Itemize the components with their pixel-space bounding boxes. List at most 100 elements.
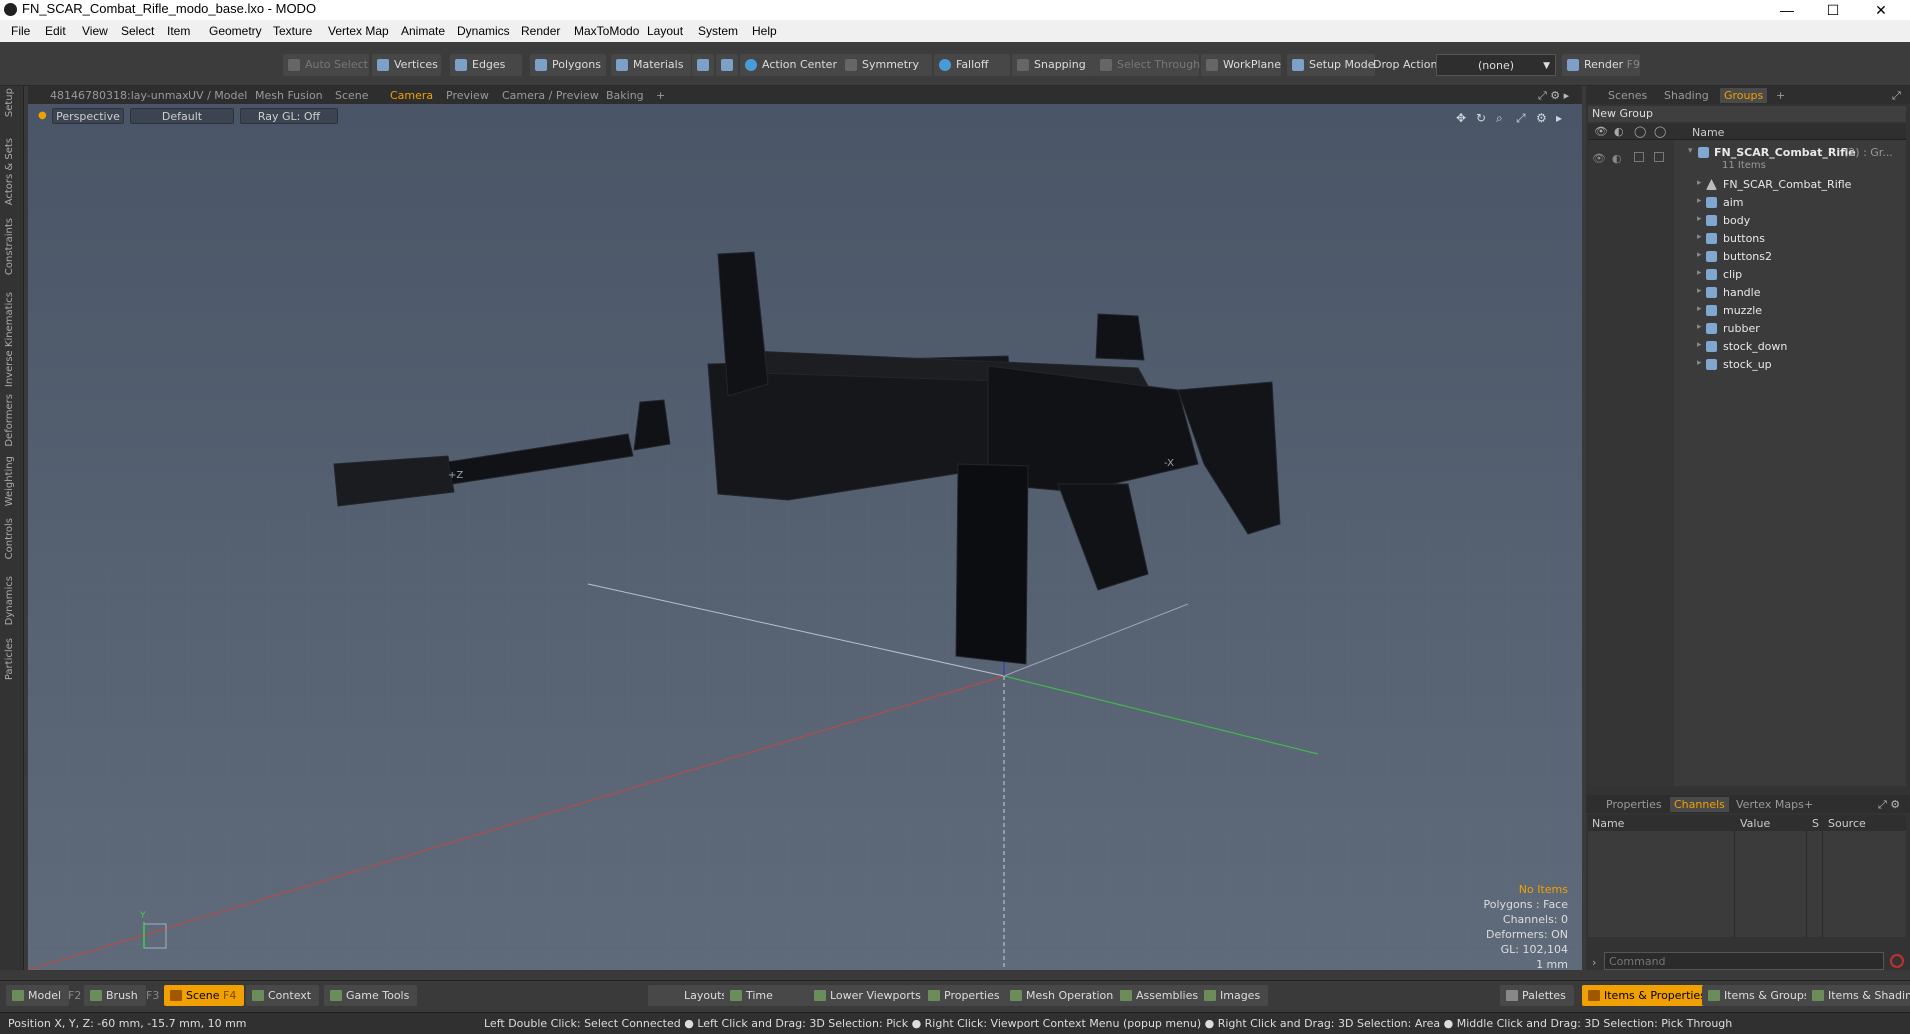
left-tab-particles[interactable]: Particles [4,638,15,680]
lock-icon[interactable]: ◯ [1634,125,1646,138]
menu-select[interactable]: Select [121,24,154,38]
vertices-button[interactable]: Vertices [372,54,441,76]
context-layout-button[interactable]: Context [246,985,320,1006]
left-tab-controls[interactable]: Controls [4,518,15,559]
menu-vertex-map[interactable]: Vertex Map [328,24,389,38]
props-expand-icon[interactable]: ⤢ ⚙ [1878,797,1900,812]
images-button[interactable]: Images [1198,985,1269,1006]
group-item-row[interactable]: ▸ stock_up [1586,356,1900,374]
render-button[interactable]: Render F9 [1562,54,1640,76]
menu-file[interactable]: File [11,24,30,38]
menu-animate[interactable]: Animate [401,24,445,38]
tab-properties[interactable]: Properties [1606,797,1662,812]
group-item-row[interactable]: ▸ clip [1586,266,1900,284]
items-groups-button[interactable]: Items & Groups [1702,985,1818,1006]
zoom-icon[interactable]: ⌕ [1496,111,1503,125]
tab-shading[interactable]: Shading [1664,88,1709,103]
polygons-button[interactable]: Polygons [530,54,606,76]
viewport-options-dot-icon[interactable]: ● [38,110,47,121]
visibility-eye-icon[interactable]: 👁 [1594,125,1608,138]
time-button[interactable]: Time [724,985,809,1006]
select-mode-a-button[interactable] [692,54,714,76]
tab-groups[interactable]: Groups [1720,88,1768,103]
group-item-row[interactable]: ▸ body [1586,212,1900,230]
add-panel-tab-button[interactable]: + [1776,88,1785,103]
viewport-expand-icon[interactable]: ⤢ ⚙ ▸ [1538,88,1569,103]
render-toggle-icon[interactable]: ◐ [1614,125,1624,138]
tab-uv-model[interactable]: UV / Model [188,88,247,103]
pan-icon[interactable]: ✥ [1456,111,1466,125]
group-item-row[interactable]: ▸ handle [1586,284,1900,302]
workplane-button[interactable]: WorkPlane [1201,54,1281,76]
left-tab-weighting[interactable]: Weighting [4,456,15,506]
rotate-icon[interactable]: ↻ [1476,111,1486,125]
shading-default-button[interactable]: Default [130,108,234,124]
menu-view[interactable]: View [82,24,108,38]
menu-geometry[interactable]: Geometry [209,24,262,38]
group-item-row[interactable]: ▸ aim [1586,194,1900,212]
tab-scenes[interactable]: Scenes [1608,88,1647,103]
menu-maxtomodo[interactable]: MaxToModo [574,24,639,38]
menu-dynamics[interactable]: Dynamics [457,24,510,38]
command-input[interactable] [1604,952,1884,970]
group-item-row[interactable]: ▸ FN_SCAR_Combat_Rifle [1586,176,1900,194]
game-tools-button[interactable]: Game Tools [324,985,418,1006]
group-item-row[interactable]: ▸ stock_down [1586,338,1900,356]
stop-icon[interactable] [1890,954,1904,968]
items-shading-button[interactable]: Items & Shading [1806,985,1910,1006]
symmetry-button[interactable]: Symmetry [840,54,932,76]
view-perspective-button[interactable]: Perspective [52,108,124,124]
edges-button[interactable]: Edges [450,54,522,76]
tab-baking[interactable]: Baking [606,88,644,103]
add-props-tab-button[interactable]: + [1804,797,1813,812]
falloff-button[interactable]: Falloff [934,54,1010,76]
left-tab-actors-sets[interactable]: Actors & Sets [4,138,15,205]
raygl-button[interactable]: Ray GL: Off [240,108,338,124]
assemblies-button[interactable]: Assemblies [1114,985,1207,1006]
setup-mode-button[interactable]: Setup Mode [1287,54,1375,76]
select-through-button[interactable]: Select Through [1095,54,1200,76]
add-tab-button[interactable]: + [656,88,665,103]
menu-layout[interactable]: Layout [647,24,683,38]
menu-render[interactable]: Render [521,24,560,38]
viewport-menu-icon[interactable]: ▸ [1556,111,1562,125]
tab-preview[interactable]: Preview [446,88,489,103]
items-properties-button[interactable]: Items & Properties [1582,985,1714,1006]
tab-mesh-fusion[interactable]: Mesh Fusion [255,88,323,103]
auto-select-button[interactable]: Auto Select [283,54,369,76]
snapping-button[interactable]: Snapping [1012,54,1096,76]
left-tab-dynamics[interactable]: Dynamics [4,576,15,625]
properties-button[interactable]: Properties [922,985,1008,1006]
group-item-row[interactable]: ▸ muzzle [1586,302,1900,320]
menu-help[interactable]: Help [752,24,777,38]
tab-vertex-maps[interactable]: Vertex Maps [1736,797,1804,812]
panel-expand-icon[interactable]: ⤢ [1892,88,1901,103]
brush-layout-button[interactable]: Brush [84,985,146,1006]
group-item-row[interactable]: ▸ buttons2 [1586,248,1900,266]
tab-channels[interactable]: Channels [1670,797,1729,812]
left-tab-inverse-kinematics[interactable]: Inverse Kinematics [4,292,15,387]
close-button[interactable]: ✕ [1858,0,1904,20]
viewport-nav-icons[interactable]: ✥ ↻ ⌕ ⤢ ⚙ ▸ [1456,111,1562,125]
group-item-row[interactable]: ▸ rubber [1586,320,1900,338]
new-group-button[interactable]: New Group [1588,106,1906,122]
select-toggle-icon[interactable]: ◯ [1654,125,1666,138]
left-tab-constraints[interactable]: Constraints [4,218,15,275]
3d-viewport[interactable]: +Z -X Y ✥ ↻ ⌕ ⤢ ⚙ ▸ No Items Polygons : … [28,104,1582,970]
select-mode-b-button[interactable] [716,54,738,76]
lower-viewports-button[interactable]: Lower Viewports [808,985,929,1006]
maximize-button[interactable]: ☐ [1810,0,1856,20]
menu-edit[interactable]: Edit [45,24,66,38]
menu-system[interactable]: System [698,24,738,38]
fit-icon[interactable]: ⤢ [1515,111,1526,125]
palettes-button[interactable]: Palettes [1500,985,1574,1006]
expand-arrow-icon[interactable]: ▾ [1688,146,1693,156]
mesh-operations-button[interactable]: Mesh Operations [1004,985,1127,1006]
menu-texture[interactable]: Texture [273,24,312,38]
drop-action-select[interactable]: (none) ▼ [1436,54,1556,76]
tab-layout[interactable]: 48146780318:lay-unmax [50,88,189,103]
materials-button[interactable]: Materials [611,54,691,76]
left-tab-setup[interactable]: Setup [4,88,15,117]
tab-scene[interactable]: Scene [335,88,369,103]
model-layout-button[interactable]: Model [6,985,70,1006]
